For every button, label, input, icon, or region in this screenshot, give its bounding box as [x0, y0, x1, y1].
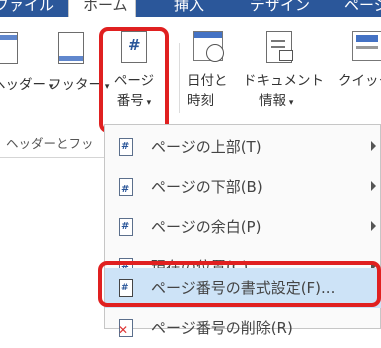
- calendar-icon: [193, 31, 224, 62]
- submenu-arrow-icon: [371, 221, 376, 231]
- datetime-button[interactable]: 日付と 時刻: [187, 71, 228, 111]
- header-footer-group-label: ヘッダーとフッ: [6, 136, 94, 151]
- footer-label: フッター: [48, 77, 102, 93]
- menu-item-page-margins[interactable]: # ページの余白(P): [105, 207, 381, 247]
- page-number-highlight-box: [99, 27, 169, 133]
- tab-home[interactable]: ホーム: [68, 0, 136, 17]
- footer-icon: [58, 32, 84, 64]
- tab-design[interactable]: デザイン: [250, 0, 310, 15]
- page-bottom-icon: #: [119, 178, 133, 196]
- quick-parts-button[interactable]: クイック: [338, 71, 381, 91]
- document-info-label-1: ドキュメント: [243, 73, 324, 89]
- ribbon-separator: [179, 43, 180, 113]
- format-page-numbers-highlight-box: [98, 261, 381, 307]
- menu-item-bottom-of-page[interactable]: # ページの下部(B): [105, 167, 381, 207]
- document-info-button[interactable]: ドキュメント 情報 ▾: [243, 71, 324, 113]
- menu-item-top-of-page[interactable]: # ページの上部(T): [105, 127, 381, 167]
- remove-page-numbers-icon: ✕: [118, 319, 133, 337]
- header-icon: [0, 32, 18, 64]
- tab-file[interactable]: ファイル: [0, 0, 68, 17]
- submenu-arrow-icon: [371, 141, 376, 151]
- header-button[interactable]: ヘッダー ▾: [0, 75, 53, 97]
- submenu-arrow-icon: [371, 181, 376, 191]
- page-top-icon: #: [119, 138, 133, 156]
- tab-insert[interactable]: 挿入: [174, 0, 204, 15]
- quick-parts-icon: [352, 31, 381, 61]
- datetime-label-2: 時刻: [187, 93, 214, 109]
- quick-parts-label: クイック: [338, 73, 381, 89]
- menu-item-remove-page-numbers[interactable]: ✕ ページ番号の削除(R): [105, 308, 381, 348]
- page-margins-icon: #: [119, 218, 133, 236]
- ribbon-tab-bar: ファイル ホーム 挿入 デザイン ページ: [0, 0, 381, 17]
- header-label: ヘッダー: [0, 77, 46, 93]
- document-info-label-2: 情報: [259, 93, 286, 109]
- tab-page-layout[interactable]: ページ: [344, 0, 381, 15]
- datetime-label-1: 日付と: [187, 73, 228, 89]
- document-info-icon: [266, 31, 293, 63]
